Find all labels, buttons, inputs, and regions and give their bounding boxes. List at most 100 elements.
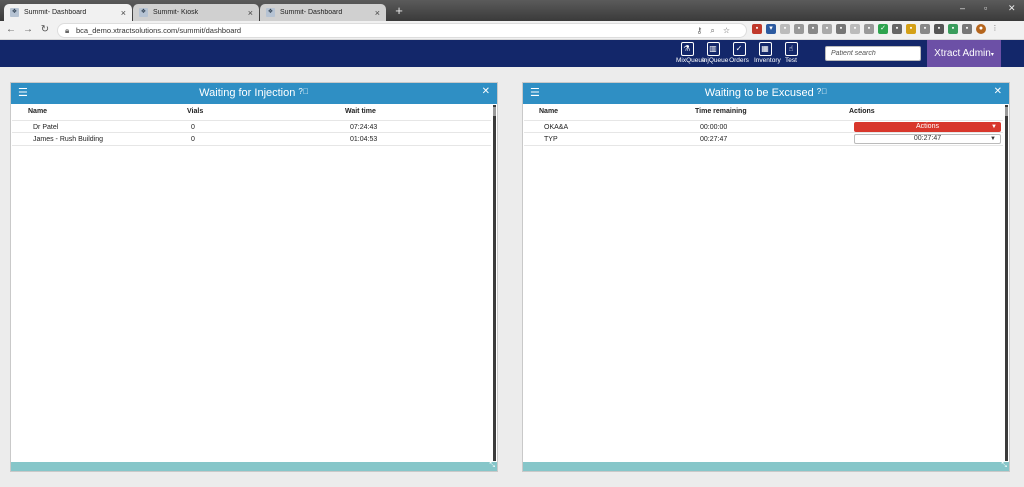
column-header-vials[interactable]: Vials bbox=[187, 108, 203, 115]
close-icon[interactable]: ✕ bbox=[482, 86, 490, 97]
column-header-wait-time[interactable]: Wait time bbox=[345, 108, 376, 115]
extension-icon[interactable]: ▪ bbox=[934, 24, 944, 34]
row-name: OKA&A bbox=[544, 124, 569, 131]
chevron-down-icon: ▾ bbox=[990, 52, 994, 58]
actions-dropdown[interactable]: 00:27:47 ▼ bbox=[854, 134, 1001, 144]
extension-icon[interactable]: ▪ bbox=[892, 24, 902, 34]
maximize-icon[interactable]: ▫ bbox=[984, 3, 987, 13]
row-name: Dr Patel bbox=[33, 124, 59, 131]
new-tab-button[interactable]: + bbox=[392, 4, 406, 18]
zoom-icon[interactable]: ⌕ bbox=[710, 26, 722, 35]
actions-label: Actions bbox=[916, 123, 939, 130]
extension-icon[interactable]: ▪ bbox=[822, 24, 832, 34]
actions-dropdown[interactable]: Actions ▼ bbox=[854, 122, 1001, 132]
url-text: bca_demo.xtractsolutions.com/summit/dash… bbox=[76, 26, 242, 35]
panel-footer: ⤡ bbox=[11, 462, 497, 471]
extension-icon[interactable]: ▪ bbox=[836, 24, 846, 34]
nav-label: Inventory bbox=[754, 57, 781, 64]
resize-icon[interactable]: ⤡ bbox=[1001, 462, 1007, 470]
panel-scrollbar[interactable] bbox=[493, 105, 496, 461]
panel-title: Waiting for Injection ?⃝ bbox=[11, 87, 497, 99]
column-header-name[interactable]: Name bbox=[539, 108, 558, 115]
chevron-down-icon: ▼ bbox=[991, 124, 997, 130]
waiting-to-be-excused-panel: ☰ Waiting to be Excused ?⃝ ✕ Name Time re… bbox=[522, 82, 1010, 472]
browser-tab-1[interactable]: ❖ Summit- Dashboard × bbox=[4, 4, 132, 21]
nav-inventory[interactable]: ▦ Inventory bbox=[754, 41, 781, 64]
column-header-time-remaining[interactable]: Time remaining bbox=[695, 108, 747, 115]
table-row[interactable]: Dr Patel 0 07:24:43 bbox=[12, 120, 491, 133]
extension-icon[interactable]: ▪ bbox=[920, 24, 930, 34]
hand-icon: ☝ bbox=[784, 42, 798, 56]
table-row[interactable]: OKA&A 00:00:00 Actions ▼ bbox=[524, 120, 1003, 133]
browser-tabstrip: ❖ Summit- Dashboard × ❖ Summit- Kiosk × … bbox=[0, 0, 1024, 21]
extension-icon[interactable]: ▪ bbox=[864, 24, 874, 34]
row-vials: 0 bbox=[191, 124, 195, 131]
summit-favicon-icon: ❖ bbox=[266, 8, 275, 17]
panel-title-text: Waiting to be Excused bbox=[704, 87, 814, 99]
column-header-name[interactable]: Name bbox=[28, 108, 47, 115]
row-wait-time: 01:04:53 bbox=[350, 136, 378, 143]
extension-icon[interactable]: ▪ bbox=[780, 24, 790, 34]
extension-icon[interactable]: ▪ bbox=[850, 24, 860, 34]
close-icon[interactable]: ✕ bbox=[994, 86, 1002, 97]
waiting-for-injection-panel: ☰ Waiting for Injection ?⃝ ✕ Name Vials W… bbox=[10, 82, 498, 472]
back-icon[interactable]: ← bbox=[5, 24, 17, 36]
chevron-down-icon: ▼ bbox=[990, 136, 996, 142]
tab-title: Summit- Dashboard bbox=[24, 9, 87, 16]
row-name: TYP bbox=[544, 136, 558, 143]
browser-tab-2[interactable]: ❖ Summit- Kiosk × bbox=[133, 4, 259, 21]
key-icon[interactable]: ⚷ bbox=[696, 26, 710, 35]
extension-icon[interactable]: ▪ bbox=[948, 24, 958, 34]
nav-mixqueue[interactable]: ⚗ MixQueue bbox=[676, 41, 706, 64]
table-row[interactable]: James - Rush Building 0 01:04:53 bbox=[12, 133, 491, 146]
browser-menu-icon[interactable]: ⋮ bbox=[990, 24, 1000, 34]
row-time-remaining: 00:27:47 bbox=[700, 136, 728, 143]
nav-orders[interactable]: ✓ Orders bbox=[728, 41, 750, 64]
resize-icon[interactable]: ⤡ bbox=[489, 462, 495, 470]
window-close-icon[interactable]: ✕ bbox=[1008, 3, 1016, 14]
row-time-remaining: 00:00:00 bbox=[700, 124, 728, 131]
scrollbar-thumb[interactable] bbox=[493, 107, 496, 116]
reload-icon[interactable]: ↻ bbox=[39, 24, 51, 36]
close-icon[interactable]: × bbox=[375, 8, 380, 18]
vpn-extension-icon[interactable]: ▾ bbox=[766, 24, 776, 34]
help-icon[interactable]: ?⃝ bbox=[817, 87, 827, 96]
row-wait-time: 07:24:43 bbox=[350, 124, 378, 131]
admin-menu-button[interactable]: Xtract Admin▾ bbox=[927, 40, 1001, 67]
address-bar[interactable]: 🔒︎ bca_demo.xtractsolutions.com/summit/d… bbox=[57, 23, 747, 38]
app-nav: ⚗ MixQueue ▥ InjQueue ✓ Orders ▦ Invento… bbox=[676, 41, 806, 64]
check-extension-icon[interactable]: ✓ bbox=[878, 24, 888, 34]
column-header-actions[interactable]: Actions bbox=[849, 108, 875, 115]
patient-search-input[interactable] bbox=[825, 46, 921, 61]
forward-icon[interactable]: → bbox=[22, 24, 34, 36]
panel-title: Waiting to be Excused ?⃝ bbox=[523, 87, 1009, 99]
actions-label: 00:27:47 bbox=[913, 135, 942, 142]
browser-toolbar: ← → ↻ 🔒︎ bca_demo.xtractsolutions.com/su… bbox=[0, 21, 1024, 40]
scrollbar-thumb[interactable] bbox=[1005, 107, 1008, 116]
close-icon[interactable]: × bbox=[121, 8, 126, 18]
help-icon[interactable]: ?⃝ bbox=[298, 87, 308, 96]
extension-icon[interactable]: ▪ bbox=[794, 24, 804, 34]
extension-icon[interactable]: ▪ bbox=[808, 24, 818, 34]
puzzle-extension-icon[interactable]: ▪ bbox=[962, 24, 972, 34]
nav-test[interactable]: ☝ Test bbox=[780, 41, 802, 64]
panel-scrollbar[interactable] bbox=[1005, 105, 1008, 461]
nav-label: InjQueue bbox=[702, 57, 729, 64]
nav-injqueue[interactable]: ▥ InjQueue bbox=[702, 41, 729, 64]
panel-header: ☰ Waiting to be Excused ?⃝ ✕ bbox=[523, 83, 1009, 104]
panel-footer: ⤡ bbox=[523, 462, 1009, 471]
shield-extension-icon[interactable]: ▪ bbox=[752, 24, 762, 34]
extension-icon[interactable]: ▪ bbox=[906, 24, 916, 34]
extensions-area: ▪ ▾ ▪ ▪ ▪ ▪ ▪ ▪ ▪ ✓ ▪ ▪ ▪ ▪ ▪ ▪ ● ⋮ bbox=[752, 24, 1000, 34]
clipboard-icon: ✓ bbox=[732, 42, 746, 56]
table-row[interactable]: TYP 00:27:47 00:27:47 ▼ bbox=[524, 133, 1003, 146]
inventory-icon: ▦ bbox=[758, 42, 772, 56]
close-icon[interactable]: × bbox=[248, 8, 253, 18]
minimize-icon[interactable]: – bbox=[960, 3, 965, 13]
star-icon[interactable]: ☆ bbox=[723, 26, 738, 35]
browser-tab-3[interactable]: ❖ Summit- Dashboard × bbox=[260, 4, 386, 21]
profile-avatar-icon[interactable]: ● bbox=[976, 24, 986, 34]
nav-label: MixQueue bbox=[676, 57, 706, 64]
admin-label: Xtract Admin bbox=[934, 48, 991, 59]
summit-favicon-icon: ❖ bbox=[10, 8, 19, 17]
